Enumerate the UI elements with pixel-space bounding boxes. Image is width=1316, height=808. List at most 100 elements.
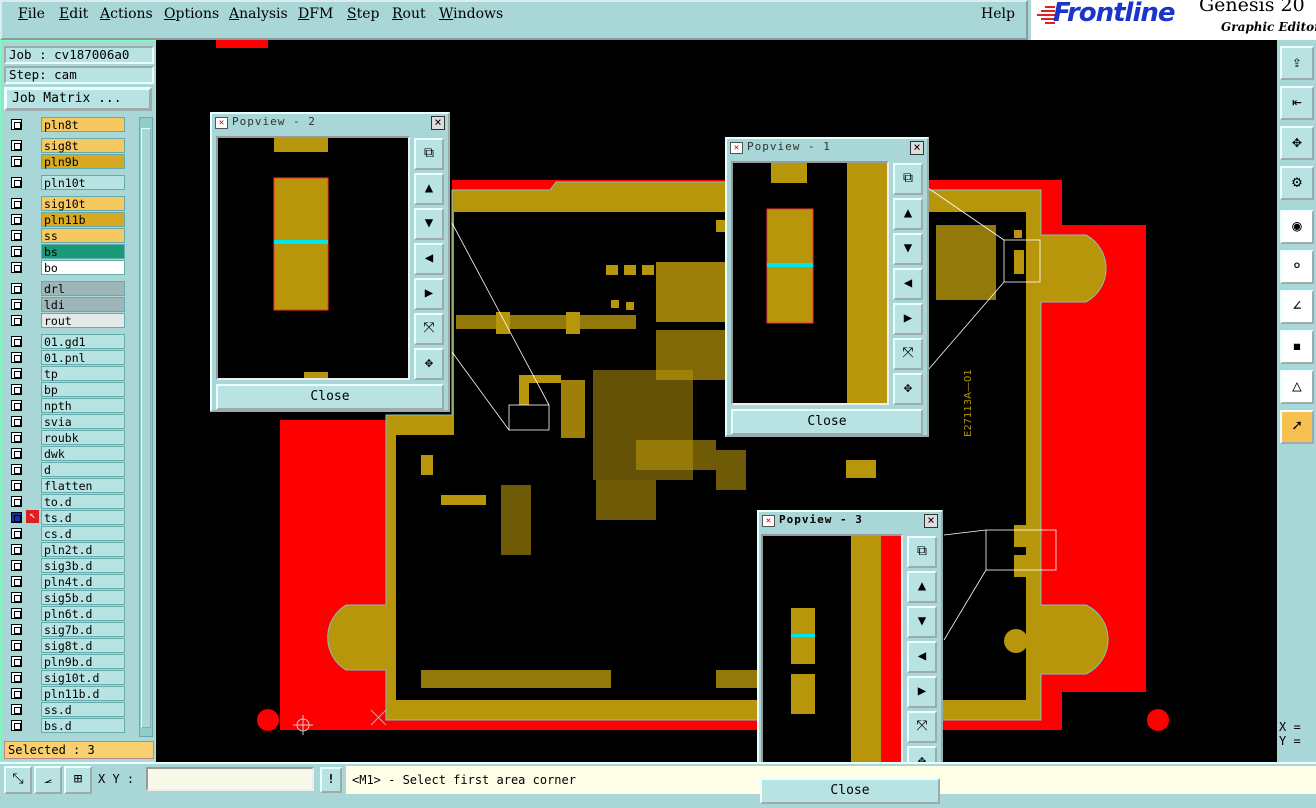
zoom-fit-button[interactable]: ⧉ <box>907 536 937 568</box>
graphic-canvas[interactable]: E27113A—01 Popview - 2 ✕ × ⧉ ▲ ▼ ◀ ▶ ⤧ ✥… <box>156 40 1277 762</box>
layer-row[interactable]: sig5b.d <box>3 590 138 605</box>
layer-name[interactable]: sig3b.d <box>41 558 125 573</box>
snap-icon[interactable]: ◉ <box>1280 210 1314 244</box>
layer-name[interactable]: cs.d <box>41 526 125 541</box>
layer-checkbox[interactable] <box>11 177 22 188</box>
layer-checkbox[interactable] <box>11 214 22 225</box>
zoom-in-button[interactable]: ⤧ <box>893 338 923 370</box>
layer-row[interactable]: cs.d <box>3 526 138 541</box>
layer-name[interactable]: ss.d <box>41 702 125 717</box>
layer-row[interactable]: pln10t <box>3 175 138 190</box>
execute-button[interactable]: ! <box>320 767 342 793</box>
layer-name[interactable]: sig8t <box>41 138 125 153</box>
layer-name[interactable]: pln9b.d <box>41 654 125 669</box>
measure-icon[interactable]: ∠ <box>1280 290 1314 324</box>
layer-checkbox[interactable] <box>11 315 22 326</box>
menu-edit[interactable]: Edit <box>59 6 88 22</box>
popview-1-view[interactable] <box>731 161 889 405</box>
zoom-window-icon[interactable]: ⤡ <box>4 766 32 794</box>
layer-row[interactable]: 01.pnl <box>3 350 138 365</box>
window-menu-icon[interactable]: ✕ <box>762 515 775 527</box>
popview-3-view[interactable] <box>761 534 903 762</box>
layer-row[interactable]: d <box>3 462 138 477</box>
layer-checkbox[interactable] <box>11 720 22 731</box>
layer-name[interactable]: pln9b <box>41 154 125 169</box>
layer-name[interactable]: dwk <box>41 446 125 461</box>
layer-checkbox[interactable] <box>11 704 22 715</box>
layer-row[interactable]: drl <box>3 281 138 296</box>
layer-checkbox[interactable] <box>11 480 22 491</box>
popview-2-close-button[interactable]: Close <box>216 384 444 410</box>
layer-checkbox[interactable] <box>11 283 22 294</box>
layer-feature-icon[interactable]: ▪ <box>1280 330 1314 364</box>
window-menu-icon[interactable]: ✕ <box>215 117 228 129</box>
layer-row[interactable]: pln11b.d <box>3 686 138 701</box>
popview-1-titlebar[interactable]: Popview - 1 <box>727 139 927 157</box>
layer-checkbox[interactable] <box>11 246 22 257</box>
layer-name[interactable]: sig10t.d <box>41 670 125 685</box>
layer-name[interactable]: sig10t <box>41 196 125 211</box>
scrollbar-thumb[interactable] <box>141 128 151 728</box>
popview-3-titlebar[interactable]: Popview - 3 <box>759 512 941 530</box>
menu-dfm[interactable]: DFM <box>298 6 333 22</box>
popview-2-titlebar[interactable]: Popview - 2 <box>212 114 448 132</box>
layer-row[interactable]: pln6t.d <box>3 606 138 621</box>
zoom-in-button[interactable]: ⤧ <box>414 313 444 345</box>
layer-checkbox[interactable] <box>11 640 22 651</box>
layer-name[interactable]: pln11b <box>41 212 125 227</box>
layer-row[interactable]: sig10t.d <box>3 670 138 685</box>
pan-up-button[interactable]: ▲ <box>414 173 444 205</box>
layer-checkbox[interactable] <box>11 352 22 363</box>
pan-right-button[interactable]: ▶ <box>414 278 444 310</box>
import-icon[interactable]: ⇤ <box>1280 86 1314 120</box>
layer-name[interactable]: pln6t.d <box>41 606 125 621</box>
layer-checkbox[interactable] <box>11 672 22 683</box>
layer-checkbox[interactable] <box>11 448 22 459</box>
layer-name[interactable]: sig8t.d <box>41 638 125 653</box>
pan-left-button[interactable]: ◀ <box>893 268 923 300</box>
layer-checkbox[interactable] <box>11 140 22 151</box>
layer-name[interactable]: bs <box>41 244 125 259</box>
popview-2-close-icon[interactable]: × <box>431 116 445 130</box>
layer-name[interactable]: ss <box>41 228 125 243</box>
menu-file[interactable]: File <box>18 6 45 22</box>
layer-checkbox[interactable] <box>11 496 22 507</box>
pan-up-button[interactable]: ▲ <box>907 571 937 603</box>
popview-1-close-icon[interactable]: × <box>910 141 924 155</box>
layer-row[interactable]: 01.gd1 <box>3 334 138 349</box>
popview-3-close-icon[interactable]: × <box>924 514 938 528</box>
layer-checkbox[interactable] <box>11 336 22 347</box>
zoom-out-button[interactable]: ✥ <box>414 348 444 380</box>
layer-name[interactable]: flatten <box>41 478 125 493</box>
layer-checkbox[interactable] <box>11 119 22 130</box>
layer-name[interactable]: pln10t <box>41 175 125 190</box>
layer-row[interactable]: npth <box>3 398 138 413</box>
zoom-fit-button[interactable]: ⧉ <box>893 163 923 195</box>
zoom-out-button[interactable]: ✥ <box>907 746 937 762</box>
zoom-out-button[interactable]: ✥ <box>893 373 923 405</box>
layer-row[interactable]: sig8t <box>3 138 138 153</box>
layer-row[interactable]: pln11b <box>3 212 138 227</box>
layer-row[interactable]: bo <box>3 260 138 275</box>
layer-row[interactable]: flatten <box>3 478 138 493</box>
layer-checkbox[interactable] <box>11 368 22 379</box>
pan-down-button[interactable]: ▼ <box>414 208 444 240</box>
drc-icon[interactable]: △ <box>1280 370 1314 404</box>
popview-3-close-button[interactable]: Close <box>760 778 940 804</box>
layer-row[interactable]: pln9b <box>3 154 138 169</box>
layer-row[interactable]: bs.d <box>3 718 138 733</box>
layer-row[interactable]: svia <box>3 414 138 429</box>
layer-name[interactable]: sig7b.d <box>41 622 125 637</box>
layer-name[interactable]: to.d <box>41 494 125 509</box>
net-icon[interactable]: ⚬ <box>1280 250 1314 284</box>
layer-row[interactable]: tp <box>3 366 138 381</box>
zoom-fit-button[interactable]: ⧉ <box>414 138 444 170</box>
menu-step[interactable]: Step <box>347 6 379 22</box>
layer-checkbox[interactable] <box>11 576 22 587</box>
layer-checkbox[interactable] <box>11 198 22 209</box>
layer-row[interactable]: bp <box>3 382 138 397</box>
layer-name[interactable]: bp <box>41 382 125 397</box>
layer-name[interactable]: roubk <box>41 430 125 445</box>
menu-windows[interactable]: Windows <box>439 6 503 22</box>
layer-name[interactable]: bo <box>41 260 125 275</box>
